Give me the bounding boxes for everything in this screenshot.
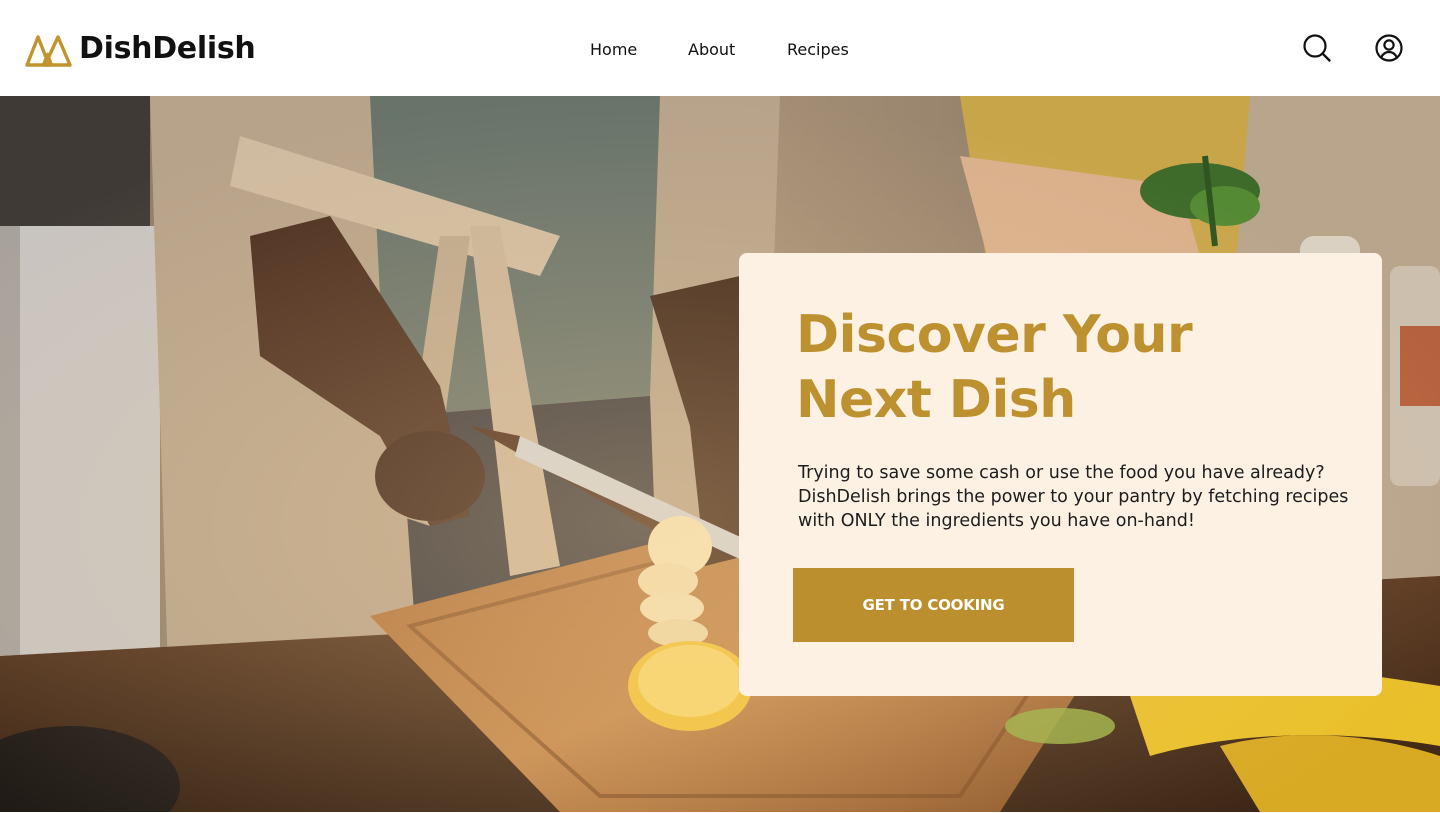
- nav-about-link[interactable]: About: [688, 38, 735, 62]
- hero-card: Discover Your Next Dish Trying to save s…: [739, 253, 1382, 696]
- search-icon: [1303, 34, 1331, 62]
- hero-title: Discover Your Next Dish: [796, 303, 1356, 433]
- search-button[interactable]: [1302, 33, 1332, 63]
- get-to-cooking-button[interactable]: GET TO COOKING: [793, 568, 1074, 642]
- user-circle-icon: [1375, 34, 1403, 62]
- hero-title-line-2: Next Dish: [796, 370, 1076, 430]
- nav-home-link[interactable]: Home: [590, 38, 637, 62]
- main-nav: Home About Recipes: [0, 38, 1440, 62]
- hero-section: Discover Your Next Dish Trying to save s…: [0, 96, 1440, 812]
- site-header: DishDelish Home About Recipes: [0, 0, 1440, 96]
- hero-title-line-1: Discover Your: [796, 305, 1193, 365]
- nav-recipes-link[interactable]: Recipes: [787, 38, 849, 62]
- account-button[interactable]: [1374, 33, 1404, 63]
- hero-description: Trying to save some cash or use the food…: [798, 463, 1349, 531]
